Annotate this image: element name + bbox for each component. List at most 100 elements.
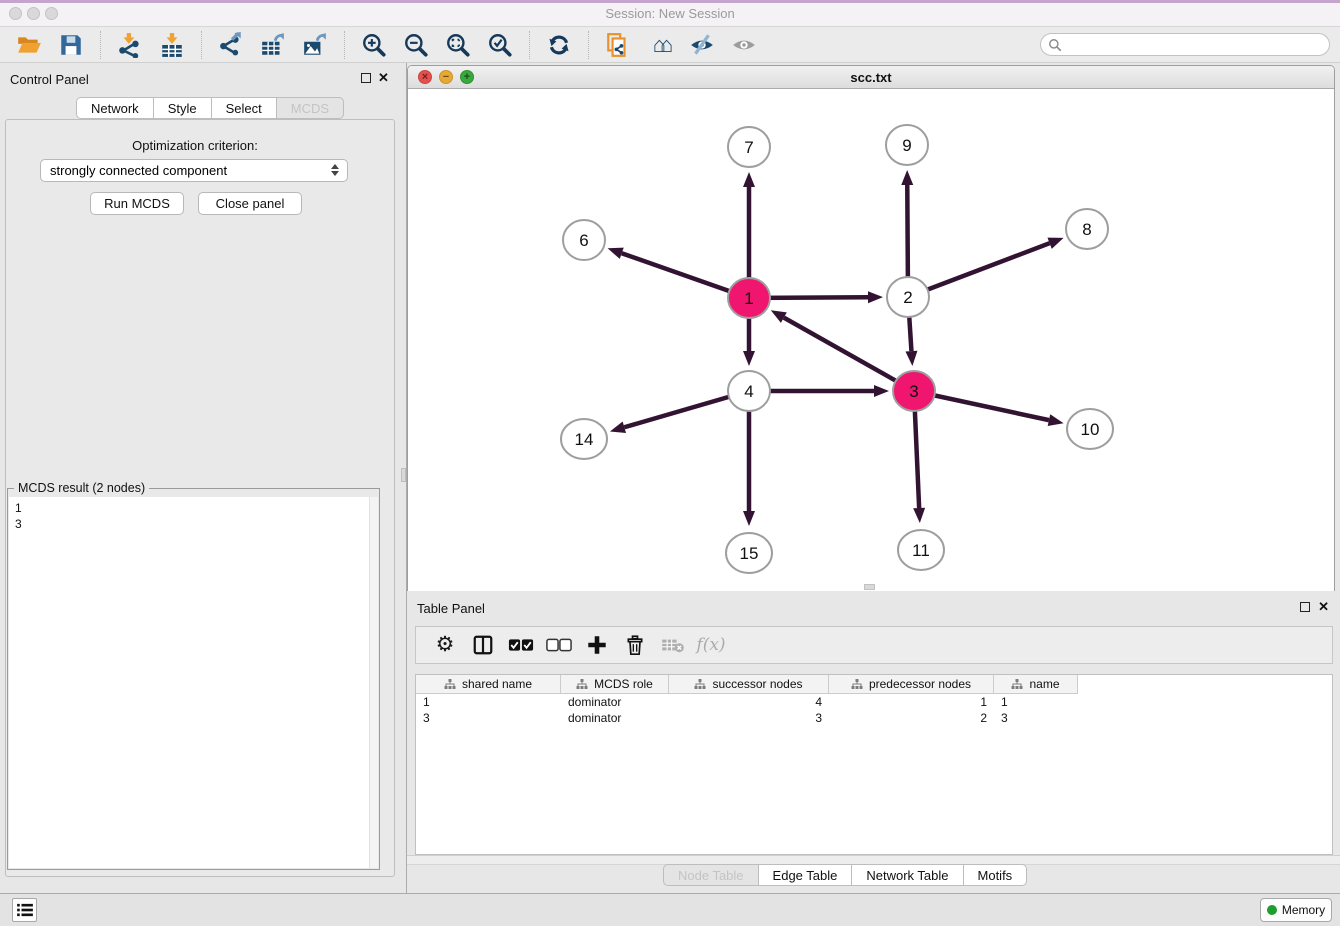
tab-node-table[interactable]: Node Table bbox=[663, 864, 758, 886]
show-columns-icon[interactable] bbox=[468, 631, 498, 659]
column-header-predecessor-nodes[interactable]: predecessor nodes bbox=[829, 675, 994, 694]
select-all-columns-icon[interactable] bbox=[506, 631, 536, 659]
graph-node-label: 11 bbox=[912, 541, 930, 560]
export-table-icon[interactable] bbox=[259, 31, 287, 59]
graph-node-label: 10 bbox=[1081, 420, 1100, 439]
zoom-selected-icon[interactable] bbox=[486, 31, 514, 59]
criterion-dropdown[interactable]: strongly connected component bbox=[40, 159, 348, 182]
control-panel-title: Control Panel bbox=[10, 72, 89, 87]
create-column-plus-icon[interactable] bbox=[582, 631, 612, 659]
graph-edge-arrowhead bbox=[610, 422, 626, 434]
mcds-result-list[interactable]: 1 3 bbox=[9, 497, 371, 868]
memory-button[interactable]: Memory bbox=[1260, 898, 1332, 922]
app-titlebar: Session: New Session bbox=[0, 0, 1340, 27]
tab-style[interactable]: Style bbox=[153, 97, 211, 119]
criterion-value: strongly connected component bbox=[50, 163, 227, 178]
canvas-resize-handle[interactable] bbox=[864, 584, 875, 590]
graph-node-label: 4 bbox=[744, 382, 753, 401]
graph-edge-arrowhead bbox=[1047, 238, 1063, 249]
column-header-MCDS-role[interactable]: MCDS role bbox=[561, 675, 669, 694]
function-builder-icon-disabled: f(x) bbox=[696, 631, 726, 659]
table-header-row: shared name MCDS role successor nodes prede… bbox=[416, 675, 1078, 694]
control-panel-header: Control Panel ✕ bbox=[0, 63, 400, 93]
network-window-title: scc.txt bbox=[408, 70, 1334, 85]
import-network-icon[interactable] bbox=[116, 31, 144, 59]
open-session-icon[interactable] bbox=[15, 31, 43, 59]
column-header-label: MCDS role bbox=[594, 677, 653, 691]
clone-network-icon[interactable] bbox=[604, 31, 632, 59]
task-history-button[interactable] bbox=[12, 898, 37, 922]
refresh-icon[interactable] bbox=[545, 31, 573, 59]
graph-edge-arrowhead bbox=[743, 172, 755, 187]
table-cell[interactable]: 3 bbox=[669, 710, 829, 726]
run-mcds-button[interactable]: Run MCDS bbox=[90, 192, 184, 215]
graph-node-label: 3 bbox=[909, 382, 918, 401]
zoom-fit-icon[interactable] bbox=[444, 31, 472, 59]
table-cell[interactable]: 1 bbox=[994, 694, 1078, 710]
control-panel: Control Panel ✕ Network Style Select MCD… bbox=[0, 63, 400, 893]
column-header-label: name bbox=[1029, 677, 1059, 691]
graph-node-label: 8 bbox=[1082, 220, 1091, 239]
tab-network[interactable]: Network bbox=[76, 97, 153, 119]
table-settings-gear-icon[interactable]: ⚙ bbox=[430, 631, 460, 659]
column-header-name[interactable]: name bbox=[994, 675, 1078, 694]
memory-status-icon bbox=[1267, 905, 1277, 915]
mcds-result-line: 3 bbox=[15, 516, 371, 532]
tab-mcds[interactable]: MCDS bbox=[276, 97, 344, 119]
table-cell[interactable]: 3 bbox=[416, 710, 561, 726]
graph-edge-arrowhead bbox=[771, 310, 787, 323]
table-cell[interactable]: dominator bbox=[561, 710, 669, 726]
export-image-icon[interactable] bbox=[301, 31, 329, 59]
table-panel: Table Panel ✕ ⚙ f(x) shared name MCDS rol… bbox=[407, 595, 1340, 893]
graph-edge-3-1[interactable] bbox=[784, 318, 914, 391]
float-window-icon[interactable] bbox=[361, 73, 371, 83]
tab-motifs[interactable]: Motifs bbox=[963, 864, 1028, 886]
table-row[interactable]: 1dominator411 bbox=[416, 694, 1078, 710]
delete-table-icon-disabled bbox=[658, 631, 688, 659]
close-panel-button[interactable]: Close panel bbox=[198, 192, 302, 215]
unselect-all-columns-icon[interactable] bbox=[544, 631, 574, 659]
splitter-handle[interactable] bbox=[401, 468, 406, 482]
search-input[interactable] bbox=[1067, 38, 1329, 52]
result-scrollbar[interactable] bbox=[369, 497, 378, 868]
export-network-icon[interactable] bbox=[217, 31, 245, 59]
table-cell[interactable]: 1 bbox=[829, 694, 994, 710]
graph-node-label: 15 bbox=[740, 544, 759, 563]
column-header-shared-name[interactable]: shared name bbox=[416, 675, 561, 694]
home-icon[interactable]: ⌂⌂ bbox=[646, 31, 674, 59]
zoom-out-icon[interactable] bbox=[402, 31, 430, 59]
table-cell[interactable]: 4 bbox=[669, 694, 829, 710]
table-panel-title: Table Panel bbox=[417, 601, 485, 616]
network-canvas[interactable]: 7968124314101511 bbox=[408, 89, 1334, 591]
graph-node-label: 2 bbox=[903, 288, 912, 307]
graph-edge-2-8[interactable] bbox=[908, 243, 1050, 297]
table-cell[interactable]: 2 bbox=[829, 710, 994, 726]
zoom-in-icon[interactable] bbox=[360, 31, 388, 59]
import-table-icon[interactable] bbox=[158, 31, 186, 59]
table-float-window-icon[interactable] bbox=[1300, 602, 1310, 612]
tab-network-table[interactable]: Network Table bbox=[851, 864, 962, 886]
table-cell[interactable]: 3 bbox=[994, 710, 1078, 726]
session-title: Session: New Session bbox=[0, 6, 1340, 21]
network-window-titlebar[interactable]: × − + scc.txt bbox=[408, 66, 1334, 89]
mcds-result-fieldset: MCDS result (2 nodes) 1 3 bbox=[7, 488, 380, 870]
save-session-icon[interactable] bbox=[57, 31, 85, 59]
table-cell[interactable]: 1 bbox=[416, 694, 561, 710]
delete-column-trash-icon[interactable] bbox=[620, 631, 650, 659]
vertical-splitter[interactable] bbox=[400, 63, 407, 893]
graph-edge-arrowhead bbox=[901, 170, 913, 185]
hide-panels-icon[interactable] bbox=[688, 31, 716, 59]
table-cell[interactable]: dominator bbox=[561, 694, 669, 710]
close-panel-icon[interactable]: ✕ bbox=[378, 70, 389, 86]
column-header-successor-nodes[interactable]: successor nodes bbox=[669, 675, 829, 694]
tab-select[interactable]: Select bbox=[211, 97, 276, 119]
search-field[interactable] bbox=[1040, 33, 1330, 56]
toolbar-separator bbox=[529, 31, 530, 59]
show-panels-icon[interactable] bbox=[730, 31, 758, 59]
fx-glyph: f(x) bbox=[696, 635, 725, 655]
column-header-label: successor nodes bbox=[712, 677, 802, 691]
table-close-icon[interactable]: ✕ bbox=[1318, 599, 1329, 615]
tab-edge-table[interactable]: Edge Table bbox=[758, 864, 852, 886]
graph-edge-arrowhead bbox=[1048, 414, 1064, 426]
table-row[interactable]: 3dominator323 bbox=[416, 710, 1078, 726]
